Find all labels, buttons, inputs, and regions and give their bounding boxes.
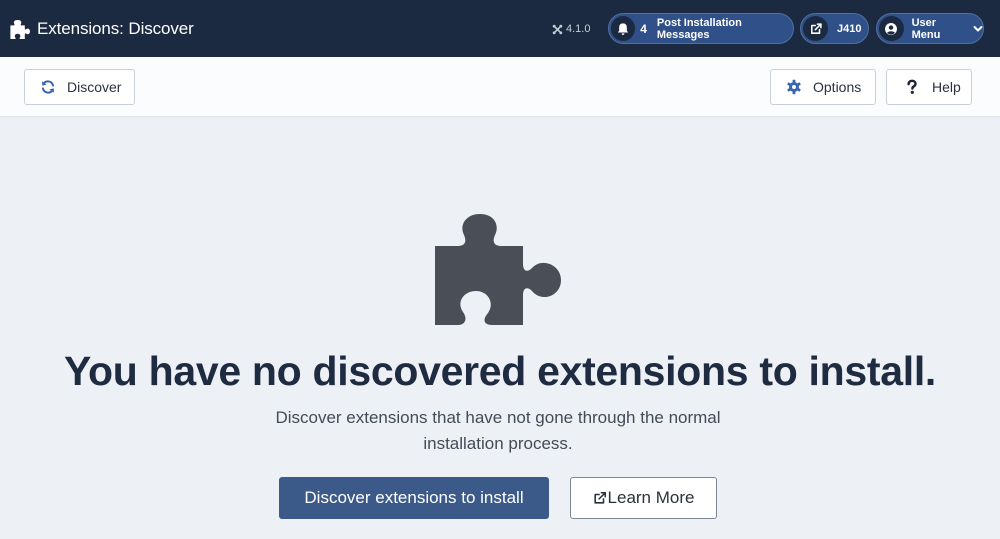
- external-link-icon: [803, 16, 828, 41]
- version-label: 4.1.0: [552, 21, 590, 37]
- puzzle-piece-icon: [10, 17, 30, 41]
- question-mark-icon: [907, 79, 917, 94]
- gear-icon: [787, 79, 801, 95]
- refresh-icon: [42, 80, 54, 94]
- user-menu-label: User Menu: [911, 16, 941, 41]
- bell-icon: [611, 16, 636, 41]
- learn-more-label: Learn More: [607, 488, 695, 507]
- options-button-label: Options: [813, 79, 862, 95]
- discover-extensions-button[interactable]: Discover extensions to install: [279, 477, 549, 519]
- user-circle-icon: [879, 16, 904, 41]
- version-text: 4.1.0: [566, 23, 591, 35]
- help-button-label: Help: [932, 79, 961, 95]
- site-link-button[interactable]: J410: [800, 13, 869, 44]
- learn-more-button[interactable]: Learn More: [570, 477, 717, 519]
- help-button[interactable]: Help: [886, 69, 972, 105]
- site-label: J410: [837, 22, 862, 35]
- app-header: Extensions: Discover 4.1.0 4 Post Instal…: [0, 0, 1000, 57]
- external-link-icon: [593, 491, 606, 504]
- joomla-logo-icon: [552, 24, 563, 34]
- post-installation-messages-button[interactable]: 4 Post Installation Messages: [608, 13, 794, 44]
- chevron-down-icon: [973, 24, 983, 34]
- empty-state-title: You have no discovered extensions to ins…: [63, 348, 937, 394]
- empty-state-description: Discover extensions that have not gone t…: [275, 408, 721, 453]
- toolbar: Discover Options Help: [0, 57, 1000, 117]
- messages-count-badge: 4: [640, 21, 647, 36]
- messages-label: Post Installation Messages: [656, 16, 742, 41]
- page-title: Extensions: Discover: [37, 19, 194, 38]
- discover-button-label: Discover: [67, 79, 122, 95]
- options-button[interactable]: Options: [770, 69, 876, 105]
- puzzle-piece-icon: [432, 212, 564, 328]
- user-menu-button[interactable]: User Menu: [876, 13, 984, 44]
- discover-button[interactable]: Discover: [24, 69, 135, 105]
